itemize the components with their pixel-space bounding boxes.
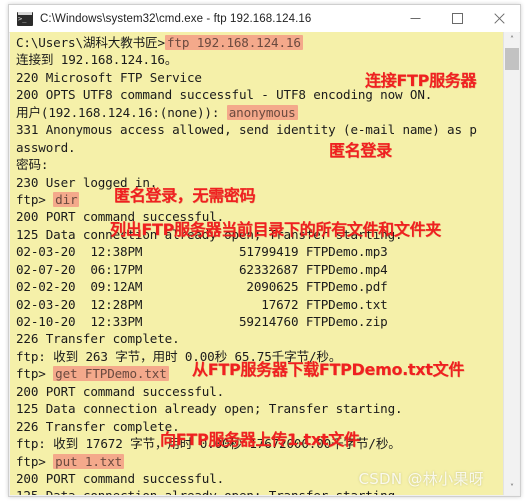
console-line: C:\Users\湖科大教书匠> ftp 192.168.124.16 bbox=[16, 34, 505, 51]
console-line-text: C:\Users\湖科大教书匠> bbox=[16, 35, 165, 50]
scroll-down-arrow-icon[interactable]: ˅ bbox=[504, 480, 520, 495]
console-line-text: 200 PORT command successful. bbox=[16, 470, 225, 486]
console-line-text: 226 Transfer complete. bbox=[16, 418, 180, 434]
console-line-text: 200 PORT command successful. bbox=[16, 383, 225, 399]
csdn-watermark: CSDN @林小果呀 bbox=[358, 470, 484, 488]
console-line: 02-03-20 12:38PM 51799419 FTPDemo.mp3 bbox=[16, 243, 505, 260]
console-line-text: 226 Transfer complete. bbox=[16, 331, 180, 347]
console-output-area[interactable]: C:\Users\湖科大教书匠> ftp 192.168.124.16 连接到 19… bbox=[10, 32, 505, 495]
console-line-text: 02-10-20 12:33PM 59214760 FTPDemo.zip bbox=[16, 314, 388, 329]
console-line: 密码: bbox=[16, 156, 505, 173]
window-title: C:\Windows\system32\cmd.exe - ftp 192.16… bbox=[40, 12, 312, 25]
console-line: 02-03-20 12:28PM 17672 FTPDemo.txt bbox=[16, 296, 505, 313]
scrollbar-thumb[interactable] bbox=[505, 48, 519, 70]
console-line-text: ftp> bbox=[16, 191, 54, 207]
screenshot-root: C:\Windows\system32\cmd.exe - ftp 192.16… bbox=[0, 0, 531, 501]
minimize-button[interactable] bbox=[394, 5, 436, 32]
red-annotation-4: 列出FTP服务器当前目录下的所有文件和文件夹 bbox=[110, 220, 441, 239]
highlighted-command: dir bbox=[53, 191, 80, 207]
red-annotation-3: 匿名登录，无需密码 bbox=[114, 186, 256, 205]
console-line: 02-07-20 06:17PM 62332687 FTPDemo.mp4 bbox=[16, 261, 505, 278]
console-line: 用户(192.168.124.16:(none)): anonymous bbox=[16, 104, 505, 121]
console-line-text: 用户(192.168.124.16:(none)): bbox=[16, 104, 227, 120]
cmd-console-icon bbox=[17, 11, 33, 26]
console-line-text: 02-03-20 12:28PM 17672 FTPDemo.txt bbox=[16, 296, 388, 312]
console-line: ftp> dir bbox=[16, 191, 505, 208]
console-line-text: assword. bbox=[16, 139, 76, 155]
console-line-text: 331 Anonymous access allowed, send ident… bbox=[16, 122, 477, 138]
console-line-text: 02-02-20 09:12AM 2090625 FTPDemo.pdf bbox=[16, 279, 388, 295]
red-annotation-1: 连接FTP服务器 bbox=[365, 71, 477, 90]
close-button[interactable] bbox=[478, 5, 520, 32]
console-line: 331 Anonymous access allowed, send ident… bbox=[16, 121, 505, 138]
console-line: 02-02-20 09:12AM 2090625 FTPDemo.pdf bbox=[16, 278, 505, 295]
console-text: C:\Users\湖科大教书匠> ftp 192.168.124.16 连接到 19… bbox=[10, 32, 505, 495]
console-line-text: 220 Microsoft FTP Service bbox=[16, 69, 202, 85]
window-titlebar[interactable]: C:\Windows\system32\cmd.exe - ftp 192.16… bbox=[9, 5, 520, 33]
console-line: 230 User logged in. bbox=[16, 174, 505, 191]
red-annotation-6: 向FTP服务器上传1.txt文件 bbox=[160, 430, 360, 449]
console-line: 226 Transfer complete. bbox=[16, 330, 505, 347]
console-line: assword. bbox=[16, 139, 505, 156]
highlighted-command: ftp 192.168.124.16 bbox=[164, 35, 303, 50]
highlighted-command: get FTPDemo.txt bbox=[53, 366, 169, 382]
console-line-text: ftp> bbox=[16, 453, 54, 469]
highlighted-command: put 1.txt bbox=[53, 453, 125, 469]
console-line: 200 PORT command successful. bbox=[16, 383, 505, 400]
console-line-text: ftp> bbox=[16, 366, 54, 382]
cmd-window: C:\Windows\system32\cmd.exe - ftp 192.16… bbox=[8, 4, 521, 497]
console-line: 连接到 192.168.124.16。 bbox=[16, 51, 505, 68]
highlighted-command: anonymous bbox=[226, 104, 298, 120]
console-line: 02-10-20 12:33PM 59214760 FTPDemo.zip bbox=[16, 313, 505, 330]
scroll-up-arrow-icon[interactable]: ˄ bbox=[504, 32, 520, 47]
console-line-text: 密码: bbox=[16, 157, 49, 173]
window-controls bbox=[394, 5, 520, 32]
console-line-text: 02-03-20 12:38PM 51799419 FTPDemo.mp3 bbox=[16, 244, 388, 260]
console-line-text: 125 Data connection already open; Transf… bbox=[16, 401, 403, 417]
vertical-scrollbar[interactable]: ˄ ˅ bbox=[503, 32, 519, 495]
console-line-text: 连接到 192.168.124.16。 bbox=[16, 52, 178, 68]
console-line-text: 125 Data connection already open; Transf… bbox=[16, 488, 403, 495]
console-line: 125 Data connection already open; Transf… bbox=[16, 400, 505, 417]
maximize-button[interactable] bbox=[436, 5, 478, 32]
red-annotation-5: 从FTP服务器下载FTPDemo.txt文件 bbox=[192, 360, 465, 379]
console-line-text: 02-07-20 06:17PM 62332687 FTPDemo.mp4 bbox=[16, 261, 388, 277]
red-annotation-2: 匿名登录 bbox=[329, 141, 392, 160]
